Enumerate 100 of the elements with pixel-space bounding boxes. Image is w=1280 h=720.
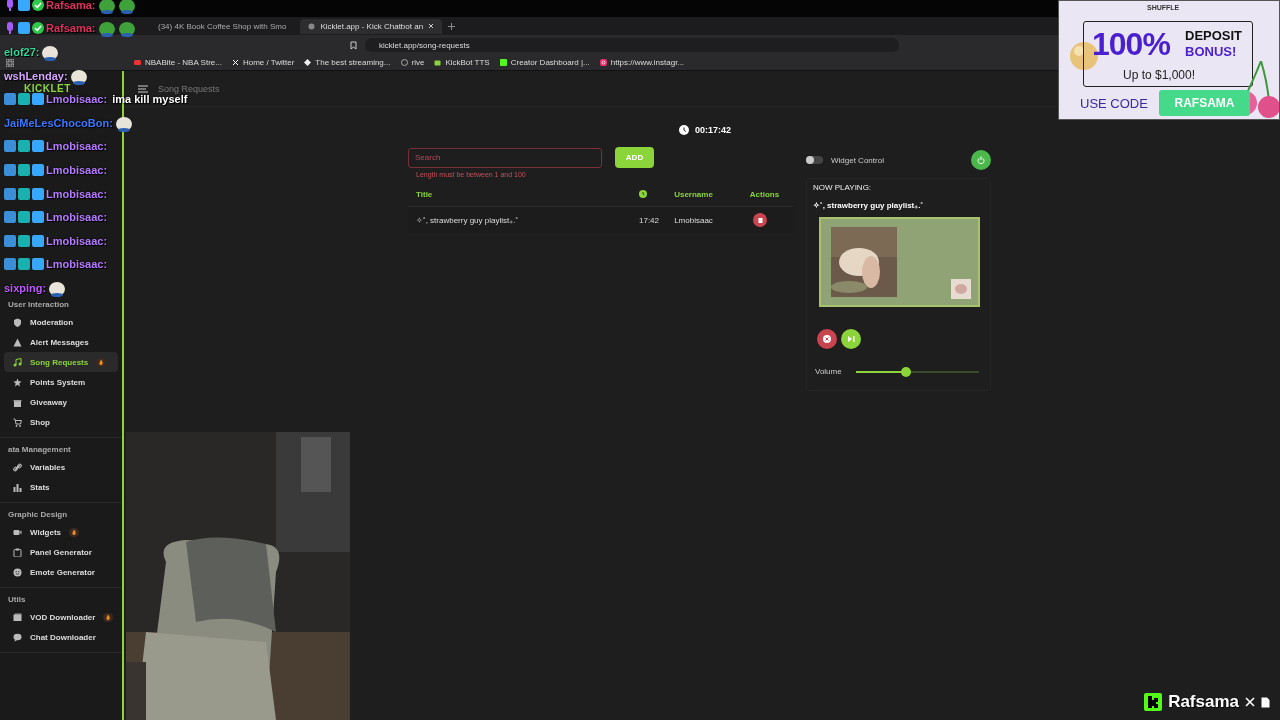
timer: 00:17:42 [695,125,732,135]
x-icon [231,59,239,66]
bookmark[interactable]: rive [400,58,425,67]
bookmark[interactable]: KickBot TTS [434,58,490,67]
badge-icon [32,22,44,35]
power-button[interactable] [971,150,991,170]
bookmark[interactable]: https://www.instagr... [599,58,685,67]
badge-icon [32,93,44,106]
bookmark[interactable]: Home / Twitter [231,58,295,67]
section-heading: Graphic Design [7,509,69,521]
chat-username: Lmobisaac: [46,187,108,200]
table-cell-text: ✧˚, strawberry guy playlist₊.˚ [416,215,520,225]
document-icon [1261,696,1270,708]
page-title: Song Requests [158,83,220,94]
browser-tab[interactable]: Kicklet.app - Kick Chatbot an [300,18,443,34]
sidebar-item[interactable]: Alert Messages [4,332,118,352]
globe-icon [308,22,316,30]
sidebar-item[interactable]: Points System [4,372,118,392]
volume-label: Volume [815,367,842,376]
kick-icon [499,59,507,66]
clock-icon [679,125,689,135]
skip-button[interactable] [841,329,861,349]
sidebar-item[interactable]: Chat Downloader [4,627,118,647]
sidebar-item[interactable]: Widgets [4,522,118,542]
stop-button[interactable] [817,329,837,349]
skip-icon [847,336,855,342]
headline: BONUS! [1185,44,1237,59]
chat-username: Lmobisaac: [46,163,108,176]
chat-username: Lmobisaac: [46,211,108,224]
channel-name: Rafsama [1168,692,1239,712]
headline: DEPOSIT [1185,28,1243,43]
sidebar-item[interactable]: Emote Generator [4,562,118,582]
badge-icon [32,211,44,224]
badge-icon [18,93,30,106]
smiley-icon [13,567,22,577]
badge-icon [32,140,44,153]
chat-username: JaiMeLesChocoBon: [4,116,113,129]
sidebar-item[interactable]: VOD Downloader [4,607,118,627]
chat-username: Lmobisaac: [46,140,108,153]
song-title: ✧˚, strawberry guy playlist₊.˚ [813,201,925,210]
badge-icon [18,211,30,224]
clipboard-icon [13,547,22,557]
slider-thumb[interactable] [901,366,912,377]
chat-username: Lmobisaac: [46,258,108,271]
badge-icon [4,93,16,106]
badge-icon [32,258,44,271]
power-icon [977,156,985,164]
menu-icon [138,84,148,93]
column-header: Actions [748,189,781,199]
promo-label: USE CODE [1080,96,1148,111]
cart-icon [13,417,22,427]
robot-icon [434,59,442,66]
headline: 100% [1092,26,1170,63]
gift-icon [13,397,22,407]
promo-code: RAFSAMA [1159,90,1250,116]
trash-icon [757,217,763,223]
sidebar-item[interactable]: Song Requests [4,352,118,372]
browser-tab[interactable]: (34) 4K Book Coffee Shop with Smo [150,18,295,34]
chat-username: Lmobisaac: [46,93,108,106]
close-icon [823,335,831,343]
table-cell: 17:42 [639,215,659,225]
sidebar-item[interactable]: Stats [4,477,118,497]
search-field[interactable]: Search [408,147,602,168]
warning-icon [13,337,22,347]
bookmark[interactable]: Creator Dashboard |... [499,58,590,67]
globe-icon [400,59,408,66]
film-icon [13,612,22,622]
star-icon [13,377,22,387]
sidebar-item[interactable]: Giveaway [4,392,118,412]
now-playing-heading: NOW PLAYING: [813,183,873,192]
chat-username: sixping: [4,281,47,294]
bookmark-icon [350,40,357,50]
diamond-icon [304,59,312,66]
sidebar-item[interactable]: Variables [4,457,118,477]
bookmark[interactable]: NBABite - NBA Stre... [134,58,222,67]
chat-bubble-icon [13,632,22,642]
clock-icon [639,190,647,198]
sidebar-item[interactable]: Shop [4,412,118,432]
badge-icon [18,258,30,271]
badge-icon [18,22,30,35]
chat-username: wshLenday: [4,69,68,82]
video-icon [134,59,141,66]
badge-icon [4,0,16,11]
bookmark[interactable]: The best streaming... [304,58,391,67]
camera-icon [599,59,607,66]
apps-icon [6,58,14,67]
section-heading: ata Management [7,444,72,456]
shield-icon [13,317,22,327]
x-icon [1245,697,1255,707]
music-note-icon [13,357,22,367]
badge-icon [4,140,16,153]
link-icon [13,462,22,472]
bar-chart-icon [13,482,22,492]
toggle-switch[interactable] [806,156,823,164]
sidebar-item[interactable]: Moderation [4,312,118,332]
chat-username: elof27: [4,46,40,58]
sidebar-item[interactable]: Panel Generator [4,542,118,562]
address-field[interactable]: kicklet.app/song-requests [365,38,899,52]
new-tab-icon [448,22,456,30]
delete-button[interactable] [753,213,767,227]
